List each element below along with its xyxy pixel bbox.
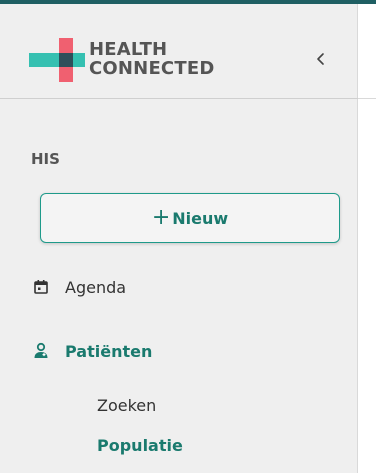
main-header-divider bbox=[358, 98, 376, 99]
new-button-label: Nieuw bbox=[172, 208, 229, 228]
sidebar-item-patienten[interactable]: Patiënten bbox=[31, 338, 152, 364]
logo-line-1: HEALTH bbox=[89, 39, 168, 60]
sidebar: HEALTH CONNECTED HIS + Nieuw Agenda Pati… bbox=[0, 4, 358, 473]
section-title-his: HIS bbox=[31, 150, 60, 168]
health-connected-logo: HEALTH CONNECTED bbox=[29, 36, 259, 86]
sidebar-item-label: Agenda bbox=[65, 277, 127, 297]
sidebar-item-agenda[interactable]: Agenda bbox=[31, 274, 126, 300]
patient-icon bbox=[31, 341, 51, 361]
calendar-icon bbox=[31, 277, 51, 297]
plus-icon: + bbox=[151, 205, 171, 230]
sidebar-subitem-zoeken[interactable]: Zoeken bbox=[97, 396, 156, 415]
logo-line-2: CONNECTED bbox=[89, 58, 215, 79]
logo-wordmark: HEALTH CONNECTED bbox=[89, 40, 214, 78]
new-button[interactable]: + Nieuw bbox=[40, 193, 340, 243]
sidebar-item-label: Patiënten bbox=[65, 341, 153, 361]
chevron-left-icon bbox=[317, 53, 324, 65]
header-divider bbox=[0, 98, 358, 99]
sidebar-subitem-populatie[interactable]: Populatie bbox=[97, 436, 183, 455]
health-cross-logo-icon bbox=[29, 38, 85, 82]
collapse-sidebar-button[interactable] bbox=[308, 46, 334, 72]
